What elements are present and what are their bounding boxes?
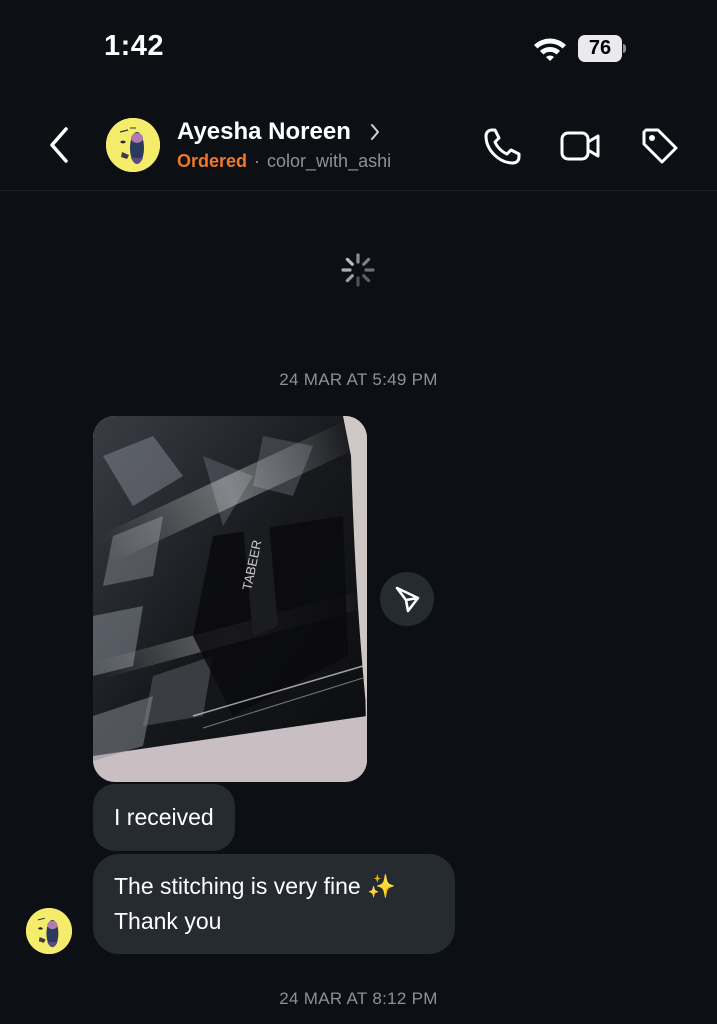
avatar-illustration <box>106 118 160 172</box>
back-chevron-icon[interactable] <box>42 122 78 168</box>
contact-name[interactable]: Ayesha Noreen <box>177 118 351 146</box>
spinner-icon <box>341 253 375 287</box>
avatar[interactable] <box>106 118 160 172</box>
battery-level: 76 <box>588 37 612 59</box>
photo-message[interactable]: TABEER <box>93 416 367 782</box>
tag-icon[interactable] <box>638 124 682 168</box>
sender-avatar[interactable] <box>26 908 72 954</box>
message-bubble[interactable]: The stitching is very fine ✨ Thank you <box>93 854 455 954</box>
video-camera-icon[interactable] <box>558 124 602 168</box>
chevron-right-icon[interactable] <box>368 122 382 142</box>
battery-indicator: 76 <box>578 35 626 62</box>
share-button[interactable] <box>380 572 434 626</box>
message-text-line: Thank you <box>114 908 222 934</box>
message-timestamp: 24 MAR AT 5:49 PM <box>279 370 438 389</box>
message-bubble[interactable]: I received <box>93 784 235 851</box>
message-text-line: The stitching is very fine ✨ <box>114 873 396 899</box>
order-status-label: Ordered <box>177 151 248 171</box>
photo-packaged-garment: TABEER <box>93 416 367 782</box>
separator-dot: · <box>254 151 261 171</box>
status-time: 1:42 <box>104 30 165 62</box>
message-timestamp: 24 MAR AT 8:12 PM <box>279 989 438 1008</box>
wifi-icon <box>534 38 566 61</box>
phone-icon[interactable] <box>481 124 525 168</box>
username-label: color_with_ashi <box>267 151 392 171</box>
contact-subtitle: Ordered · color_with_ashi <box>177 151 391 172</box>
send-icon <box>395 586 420 613</box>
avatar-illustration <box>26 908 72 954</box>
header-divider <box>0 190 717 191</box>
message-text: I received <box>114 804 214 830</box>
